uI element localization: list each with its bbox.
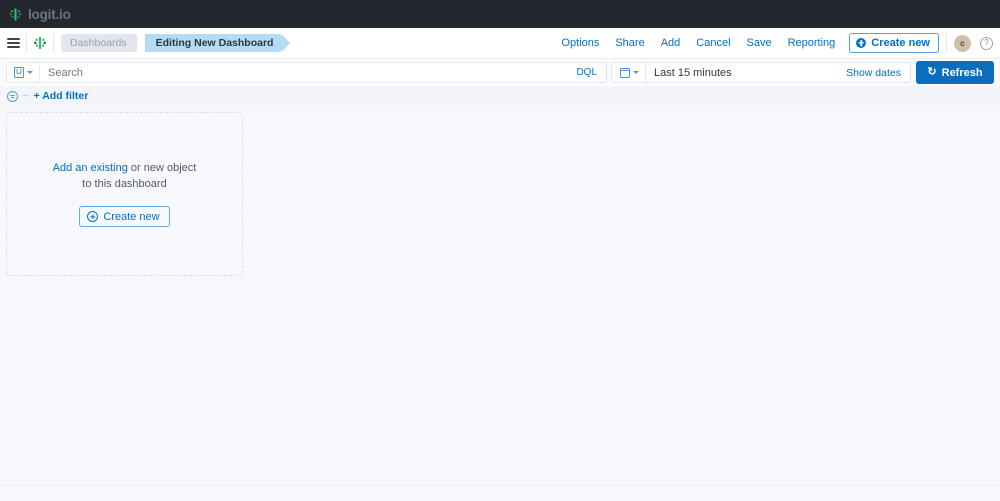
- help-icon[interactable]: ?: [980, 36, 993, 50]
- breadcrumb-label: Editing New Dashboard: [155, 37, 274, 49]
- saved-dataset-icon: [14, 67, 24, 78]
- dataset-selector-button[interactable]: [7, 63, 40, 82]
- nav-link-options[interactable]: Options: [553, 37, 607, 49]
- dashboard-canvas: Add an existing or new object to this da…: [0, 106, 1000, 485]
- nav-link-share[interactable]: Share: [607, 37, 652, 49]
- nav-right-group: Options Share Add Cancel Save Reporting …: [553, 28, 1000, 58]
- show-dates-button[interactable]: Show dates: [837, 67, 910, 79]
- empty-panel-text-rest: or new object: [127, 161, 197, 174]
- add-filter-button[interactable]: + Add filter: [34, 91, 89, 102]
- app-root: logit.io Dashboards Editing New Dashboar…: [0, 0, 1000, 501]
- logit-puzzle-icon: [33, 36, 47, 50]
- logit-leaf-icon: [8, 7, 23, 22]
- breadcrumb: Dashboards Editing New Dashboard: [61, 34, 291, 52]
- time-range-value[interactable]: Last 15 minutes: [646, 67, 837, 79]
- chevron-down-icon: [633, 71, 639, 74]
- filter-funnel-icon[interactable]: [7, 90, 18, 102]
- nav-link-reporting[interactable]: Reporting: [780, 37, 844, 49]
- create-new-label: Create new: [871, 37, 930, 49]
- calendar-icon: [619, 67, 631, 78]
- create-new-button[interactable]: Create new: [849, 33, 939, 53]
- hamburger-menu-icon: [6, 36, 20, 50]
- search-input[interactable]: [40, 63, 568, 82]
- panel-create-new-label: Create new: [103, 210, 160, 223]
- query-bar: DQL Last 15 minutes Show dates ↻ Refresh: [0, 59, 1000, 86]
- empty-panel-message: Add an existing or new object to this da…: [53, 161, 197, 193]
- filter-separator: –: [23, 90, 29, 101]
- brand-logo[interactable]: logit.io: [8, 7, 71, 22]
- empty-dashboard-panel: Add an existing or new object to this da…: [6, 112, 243, 276]
- calendar-quick-select-button[interactable]: [612, 63, 646, 82]
- empty-panel-text-line2: to this dashboard: [82, 177, 167, 190]
- nav-left-group: Dashboards Editing New Dashboard: [0, 28, 291, 58]
- top-navigation: Dashboards Editing New Dashboard Options…: [0, 28, 1000, 59]
- refresh-label: Refresh: [941, 66, 983, 79]
- nav-link-save[interactable]: Save: [739, 37, 780, 49]
- app-home-button[interactable]: [27, 28, 53, 58]
- nav-link-cancel[interactable]: Cancel: [688, 37, 738, 49]
- nav-link-add[interactable]: Add: [653, 37, 689, 49]
- plus-circle-outline-icon: [87, 211, 99, 223]
- add-an-existing-link[interactable]: Add an existing: [53, 162, 128, 174]
- search-input-group: DQL: [6, 62, 607, 83]
- filter-bar: – + Add filter: [0, 86, 1000, 106]
- breadcrumb-label: Dashboards: [70, 37, 127, 49]
- dql-toggle[interactable]: DQL: [567, 67, 606, 78]
- nav-divider: [946, 34, 947, 52]
- plus-circle-icon: [856, 38, 867, 48]
- breadcrumb-item-editing-new-dashboard[interactable]: Editing New Dashboard: [136, 34, 291, 52]
- avatar[interactable]: c: [954, 34, 971, 52]
- bottom-bar: [0, 485, 1000, 501]
- refresh-button[interactable]: ↻ Refresh: [916, 61, 994, 84]
- nav-separator-2: [53, 34, 54, 52]
- brand-name: logit.io: [28, 6, 71, 22]
- panel-create-new-button[interactable]: Create new: [79, 206, 170, 228]
- hamburger-menu-button[interactable]: [0, 28, 26, 58]
- refresh-icon: ↻: [927, 66, 937, 78]
- chevron-down-icon: [27, 71, 33, 74]
- product-header: logit.io: [0, 0, 1000, 28]
- breadcrumb-item-dashboards[interactable]: Dashboards: [61, 34, 144, 52]
- date-picker-group: Last 15 minutes Show dates: [611, 62, 911, 83]
